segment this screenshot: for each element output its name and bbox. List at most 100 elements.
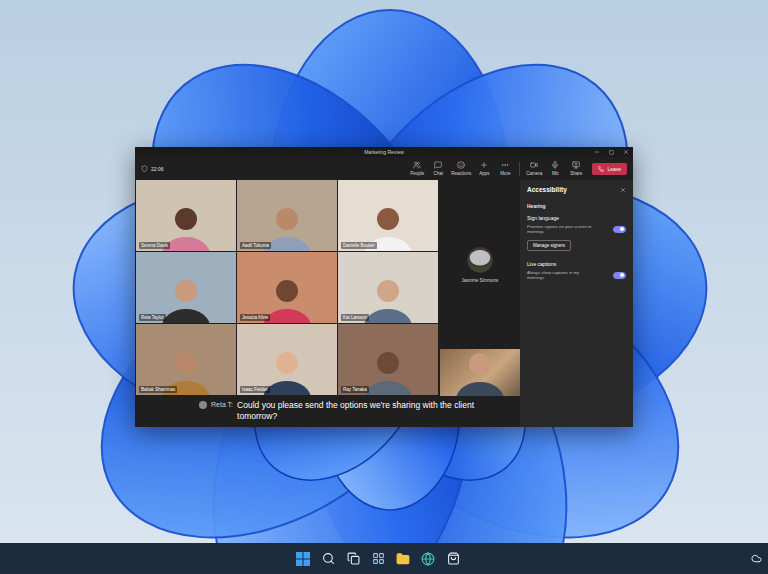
toolbar-button[interactable]: Mic	[546, 161, 564, 176]
meeting-body: Serena Davis Aadil Tokuma Danielle Booker R…	[135, 180, 633, 427]
mic-icon	[551, 161, 559, 169]
video-tile[interactable]: Jessica Kline	[237, 252, 337, 323]
store-button[interactable]	[445, 551, 461, 567]
participant-name: Kat Larsson	[341, 314, 369, 321]
desktop: Marketing Review 22:06 People Chat Reactions…	[0, 0, 768, 543]
system-tray	[751, 543, 762, 574]
participant-name: Danielle Booker	[341, 242, 377, 249]
toolbar-label: Mic	[552, 171, 559, 176]
leave-button[interactable]: Leave	[592, 163, 627, 175]
participant-name: Serena Davis	[139, 242, 170, 249]
setting-row: Prioritize signers on your screen in mee…	[527, 224, 626, 235]
toolbar-button[interactable]: Share	[567, 161, 585, 176]
apps-icon	[480, 161, 488, 169]
cloud-icon[interactable]	[751, 553, 762, 564]
widgets-button[interactable]	[370, 551, 386, 567]
task-view-button[interactable]	[345, 551, 361, 567]
people-icon	[413, 161, 421, 169]
edge-button[interactable]	[420, 551, 436, 567]
teams-window: Marketing Review 22:06 People Chat Reactions…	[135, 147, 633, 427]
video-tile[interactable]: Ray Tanaka	[338, 324, 438, 395]
window-title: Marketing Review	[364, 149, 404, 155]
toggle-knob	[620, 227, 624, 231]
video-tile[interactable]: Serena Davis	[136, 180, 236, 251]
start-button[interactable]	[295, 551, 311, 567]
person-silhouette-icon	[452, 349, 508, 396]
widgets-icon	[372, 552, 385, 565]
camera-icon	[530, 161, 538, 169]
close-icon[interactable]	[620, 187, 626, 193]
video-tile[interactable]: Kat Larsson	[338, 252, 438, 323]
task-view-icon	[347, 552, 360, 565]
accessibility-panel: Accessibility Hearing Sign language Priorit…	[520, 180, 633, 427]
section-title: Hearing	[527, 203, 626, 209]
manage-signers-button[interactable]: Manage signers	[527, 240, 571, 251]
toggle-switch[interactable]	[613, 226, 626, 233]
caption-speaker: Reta T:	[211, 401, 233, 408]
panel-title: Accessibility	[527, 186, 567, 193]
person-silhouette-icon	[468, 247, 492, 272]
toolbar-label: Camera	[526, 171, 542, 176]
setting: Live captions Always show captions in my …	[527, 261, 626, 281]
side-column: Jasmine Simmons	[440, 180, 520, 396]
taskbar	[0, 543, 768, 574]
video-tile[interactable]: Danielle Booker	[338, 180, 438, 251]
store-icon	[447, 552, 460, 565]
toolbar-label: More	[500, 171, 510, 176]
minimize-icon[interactable]	[594, 149, 600, 155]
window-controls	[594, 147, 629, 157]
close-icon[interactable]	[623, 149, 629, 155]
setting-row: Always show captions in my meetings	[527, 270, 626, 281]
maximize-icon[interactable]	[609, 150, 614, 155]
toggle-switch[interactable]	[613, 272, 626, 279]
participant-name: Jessica Kline	[240, 314, 270, 321]
setting-description: Always show captions in my meetings	[527, 270, 595, 281]
video-tile[interactable]: Isaac Fielder	[237, 324, 337, 395]
toolbar-button[interactable]: Chat	[429, 161, 447, 176]
toolbar-button[interactable]: Reactions	[450, 161, 472, 176]
file-explorer-button[interactable]	[395, 551, 411, 567]
toolbar-label: Apps	[479, 171, 489, 176]
setting-label: Live captions	[527, 261, 626, 267]
video-grid: Serena Davis Aadil Tokuma Danielle Booker R…	[136, 180, 438, 396]
more-icon	[501, 161, 509, 169]
windows-logo-icon	[296, 552, 310, 566]
folder-icon	[396, 552, 410, 566]
toggle-knob	[620, 273, 624, 277]
setting: Sign language Prioritize signers on your …	[527, 215, 626, 255]
participant-name: Babak Shammas	[139, 386, 177, 393]
self-view-tile[interactable]	[440, 349, 520, 396]
phone-icon	[598, 166, 604, 172]
search-icon	[322, 552, 335, 565]
setting-label: Sign language	[527, 215, 626, 221]
meeting-time: 22:06	[141, 165, 164, 172]
chat-icon	[434, 161, 442, 169]
toolbar-button[interactable]: Apps	[475, 161, 493, 176]
meeting-stage: Serena Davis Aadil Tokuma Danielle Booker R…	[135, 180, 520, 427]
toolbar-label: Share	[570, 171, 582, 176]
participant-name: Reta Taylor	[139, 314, 166, 321]
share-icon	[572, 161, 580, 169]
toolbar-button[interactable]: More	[496, 161, 514, 176]
participant-avatar	[467, 247, 493, 273]
search-button[interactable]	[320, 551, 336, 567]
toolbar-button[interactable]: Camera	[525, 161, 543, 176]
panel-header: Accessibility	[527, 186, 626, 193]
live-caption: Reta T: Could you please send the options…	[135, 396, 520, 427]
title-bar: Marketing Review	[135, 147, 633, 157]
video-tile[interactable]: Aadil Tokuma	[237, 180, 337, 251]
participant-name: Jasmine Simmons	[462, 278, 499, 283]
participant-name: Isaac Fielder	[240, 386, 270, 393]
toolbar-divider	[519, 162, 520, 176]
toolbar-label: Chat	[434, 171, 444, 176]
video-tile[interactable]: Babak Shammas	[136, 324, 236, 395]
meeting-toolbar: 22:06 People Chat Reactions Apps More Camera Mi…	[135, 157, 633, 180]
reactions-icon	[457, 161, 465, 169]
toolbar-label: Reactions	[451, 171, 471, 176]
caption-text: Could you please send the options we're …	[237, 400, 507, 422]
setting-description: Prioritize signers on your screen in mee…	[527, 224, 595, 235]
spotlight-participant[interactable]: Jasmine Simmons	[440, 180, 520, 349]
video-tile[interactable]: Reta Taylor	[136, 252, 236, 323]
toolbar-button[interactable]: People	[408, 161, 426, 176]
speaker-avatar	[199, 401, 207, 409]
